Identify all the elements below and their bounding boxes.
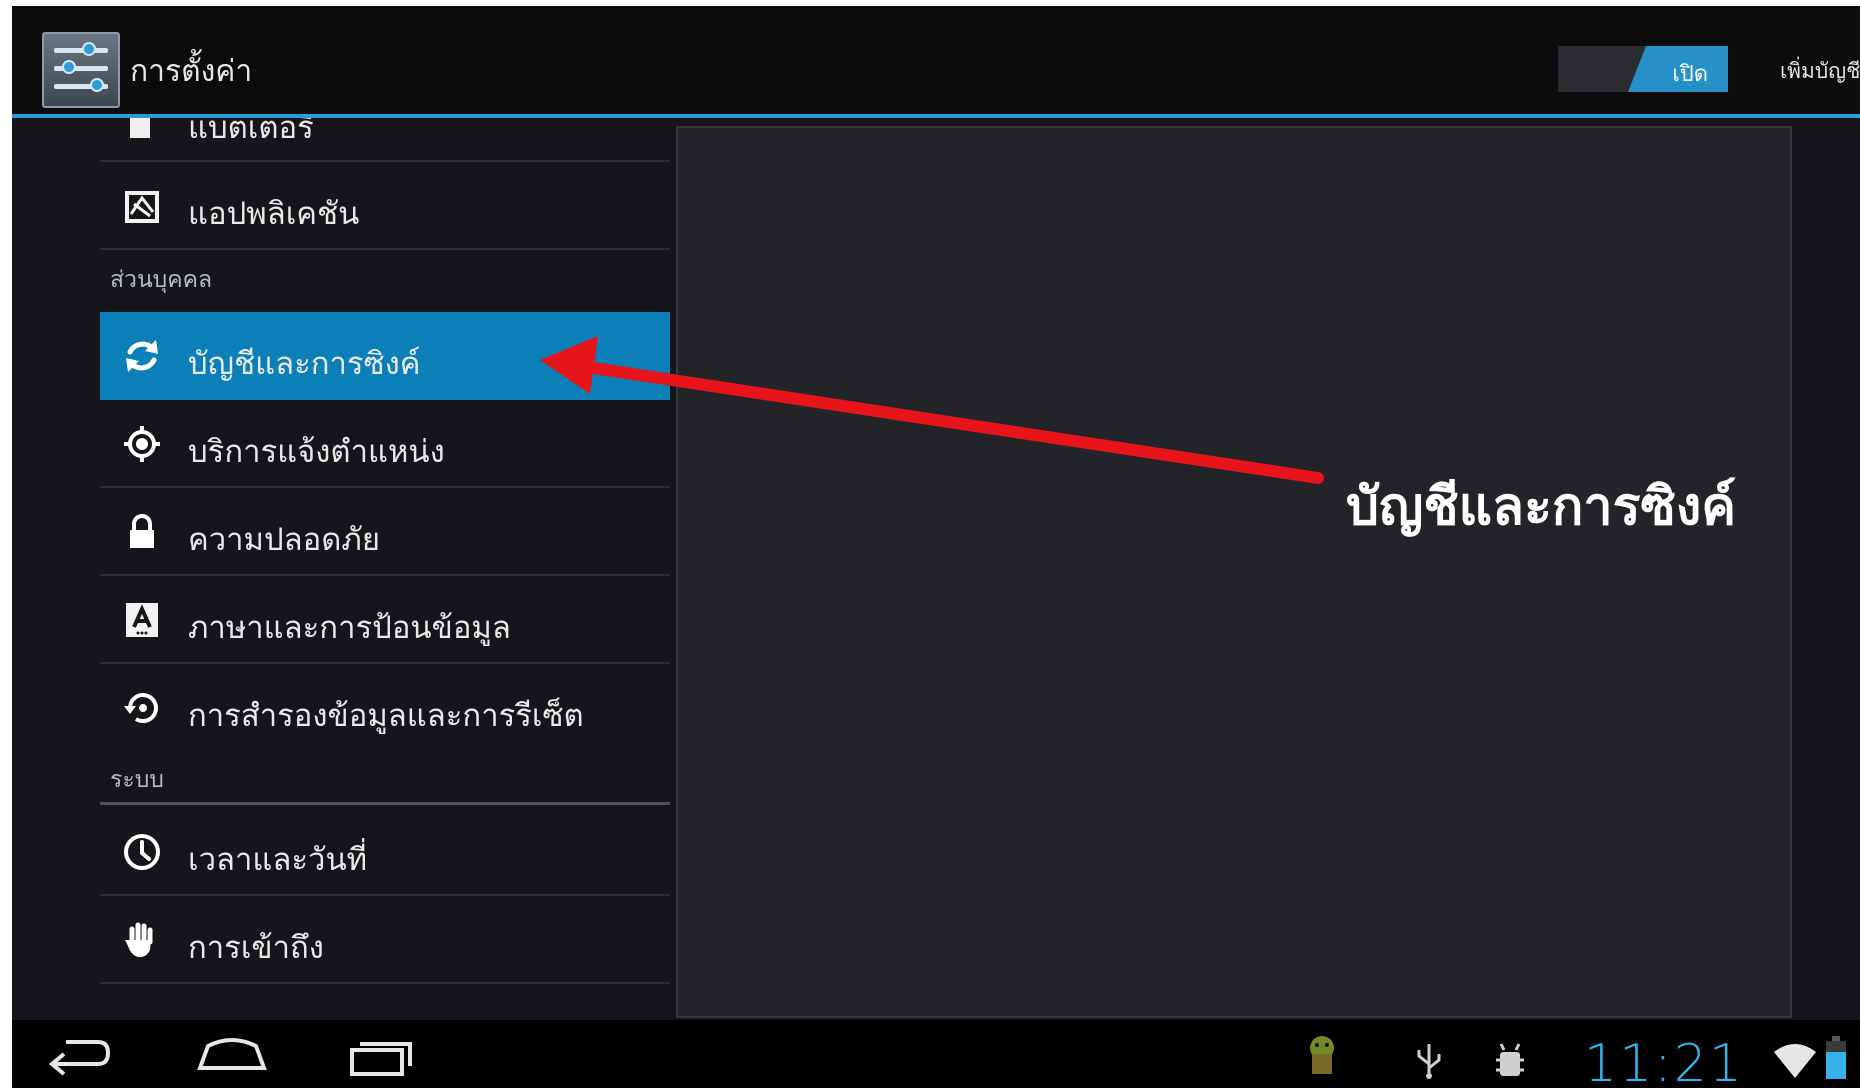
settings-item-accessibility[interactable]: การเข้าถึง [100, 896, 670, 984]
annotation-label: บัญชีและการซิงค์ [1346, 477, 1736, 537]
settings-item-date-time[interactable]: เวลาและวันที่ [100, 808, 670, 896]
settings-app-icon[interactable] [42, 32, 120, 108]
system-navigation-bar: 11:21 [12, 1020, 1860, 1088]
settings-item-label: เวลาและวันที่ [188, 842, 368, 878]
settings-item-label: บริการแจ้งตำแหน่ง [188, 434, 445, 470]
settings-item-apps[interactable]: แอปพลิเคชัน [100, 162, 670, 250]
settings-list: แบตเตอรี่ แอปพลิเคชัน ส่วนบุคคล บัญชีและ… [100, 118, 670, 1026]
tablet-screen: การตั้งค่า เปิด เพิ่มบัญชี แบตเตอรี่ แอป… [12, 6, 1860, 1088]
settings-item-label: ความปลอดภัย [188, 522, 381, 558]
usb-icon [1412, 1040, 1446, 1084]
settings-item-battery[interactable]: แบตเตอรี่ [100, 118, 670, 162]
back-icon[interactable] [46, 1032, 116, 1080]
apps-icon [122, 186, 162, 226]
android-notification-icon[interactable] [1302, 1032, 1342, 1082]
recent-apps-icon[interactable] [344, 1032, 420, 1084]
wifi-icon [1772, 1042, 1818, 1084]
settings-item-label: ภาษาและการป้อนข้อมูล [188, 610, 511, 646]
settings-item-label: การเข้าถึง [188, 930, 324, 966]
section-divider [100, 802, 670, 805]
settings-item-security[interactable]: ความปลอดภัย [100, 488, 670, 576]
settings-item-label: แอปพลิเคชัน [188, 196, 360, 232]
settings-item-location[interactable]: บริการแจ้งตำแหน่ง [100, 400, 670, 488]
debug-icon [1492, 1040, 1528, 1084]
section-header-personal: ส่วนบุคคล [110, 267, 213, 293]
battery-icon [1824, 1036, 1848, 1084]
page-title: การตั้งค่า [130, 54, 253, 89]
settings-item-label: การสำรองข้อมูลและการรีเซ็ต [188, 698, 584, 734]
language-icon [122, 600, 162, 640]
section-header-system: ระบบ [110, 767, 164, 793]
settings-item-language-input[interactable]: ภาษาและการป้อนข้อมูล [100, 576, 670, 664]
settings-item-label: บัญชีและการซิงค์ [188, 346, 421, 382]
battery-icon [124, 118, 164, 138]
sync-toggle-label: เปิด [1672, 62, 1708, 87]
home-icon[interactable] [194, 1032, 270, 1080]
lock-icon [122, 512, 162, 552]
location-icon [122, 424, 162, 464]
add-account-button[interactable]: เพิ่มบัญชี [1780, 55, 1860, 88]
settings-item-accounts-sync[interactable]: บัญชีและการซิงค์ [100, 312, 670, 400]
clock-icon [122, 832, 162, 872]
settings-item-label: แบตเตอรี่ [188, 118, 314, 146]
accessibility-hand-icon [122, 920, 162, 960]
action-bar: การตั้งค่า เปิด เพิ่มบัญชี [12, 6, 1860, 118]
backup-reset-icon [122, 688, 162, 728]
status-clock: 11:21 [1584, 1034, 1744, 1088]
sync-toggle[interactable]: เปิด [1558, 46, 1728, 92]
sync-icon [122, 336, 162, 376]
detail-panel [676, 126, 1792, 1018]
settings-item-backup-reset[interactable]: การสำรองข้อมูลและการรีเซ็ต [100, 664, 670, 752]
